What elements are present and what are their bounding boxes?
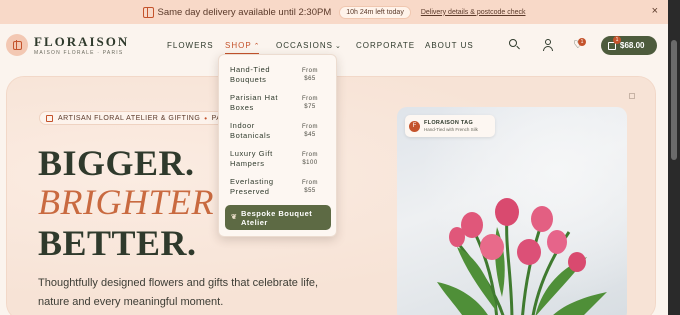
- chevron-up-icon: ⌃: [253, 43, 261, 50]
- tag-subtitle: Hand-Tied with French Silk: [424, 127, 478, 132]
- page-scrollbar[interactable]: [668, 0, 680, 315]
- hero-lead-line-2: nature and every meaningful moment.: [38, 296, 224, 308]
- dropdown-item[interactable]: Indoor Botanicals From $45: [230, 121, 330, 149]
- decorative-square-icon: [629, 93, 635, 99]
- delivery-details-link[interactable]: Delivery details & postcode check: [421, 9, 526, 16]
- flower-badge-icon: [46, 114, 53, 122]
- logo-icon[interactable]: [6, 34, 28, 56]
- announcement-message: Same day delivery available until 2:30PM: [157, 6, 332, 18]
- dropdown-item[interactable]: Everlasting Preserved From $55: [230, 177, 330, 205]
- hero-headline-line-1: BIGGER.: [38, 143, 195, 183]
- nav-corporate[interactable]: CORPORATE: [356, 41, 415, 50]
- close-announcement-icon[interactable]: ×: [652, 5, 658, 17]
- nav-shop[interactable]: SHOP ⌃: [225, 41, 261, 50]
- cart-button[interactable]: $68.00: [601, 36, 657, 55]
- dropdown-item[interactable]: Luxury Gift Hampers From $100: [230, 149, 330, 177]
- delivery-timer: 10h 24m left today: [339, 5, 411, 19]
- page: Same day delivery available until 2:30PM…: [0, 0, 668, 315]
- nav-about-us[interactable]: ABOUT US: [425, 41, 474, 50]
- nav-flowers[interactable]: FLOWERS: [167, 41, 214, 50]
- dropdown-item[interactable]: Parisian Hat Boxes From $75: [230, 93, 330, 121]
- logo-name[interactable]: FLORAISON: [34, 34, 129, 50]
- bespoke-bouquet-button[interactable]: ❦ Bespoke Bouquet Atelier: [225, 205, 331, 230]
- wishlist-count-badge: 1: [578, 38, 586, 46]
- gift-icon: [142, 6, 154, 18]
- chevron-down-icon: ⌄: [335, 43, 342, 50]
- hero-headline-line-2: BRIGHTER: [38, 182, 214, 222]
- logo-tagline: MAISON FLORALE · PARIS: [34, 50, 124, 56]
- dropdown-item[interactable]: Hand-Tied Bouquets From $65: [230, 65, 330, 93]
- cart-total: $68.00: [620, 41, 645, 50]
- brand-letter-icon: F: [409, 120, 420, 132]
- search-icon[interactable]: [508, 38, 522, 52]
- floraison-tag-card: F FLORAISON TAG Hand-Tied with French Si…: [405, 115, 495, 137]
- leaf-icon: ❦: [231, 214, 238, 221]
- hero-headline-line-3: BETTER.: [38, 223, 197, 263]
- tag-title: FLORAISON TAG: [424, 120, 474, 126]
- nav-occasions[interactable]: OCCASIONS ⌄: [276, 41, 342, 50]
- shop-dropdown-menu: Hand-Tied Bouquets From $65 Parisian Hat …: [218, 54, 337, 237]
- cart-count-badge: 1: [613, 36, 621, 44]
- account-icon[interactable]: [541, 38, 555, 52]
- tulip-bouquet-illustration: [437, 198, 607, 315]
- hero-lead-line-1: Thoughtfully designed flowers and gifts …: [38, 277, 319, 289]
- scrollbar-thumb[interactable]: [671, 40, 677, 160]
- hero-bouquet-image: F FLORAISON TAG Hand-Tied with French Si…: [397, 107, 627, 315]
- announcement-bar: Same day delivery available until 2:30PM…: [0, 0, 668, 24]
